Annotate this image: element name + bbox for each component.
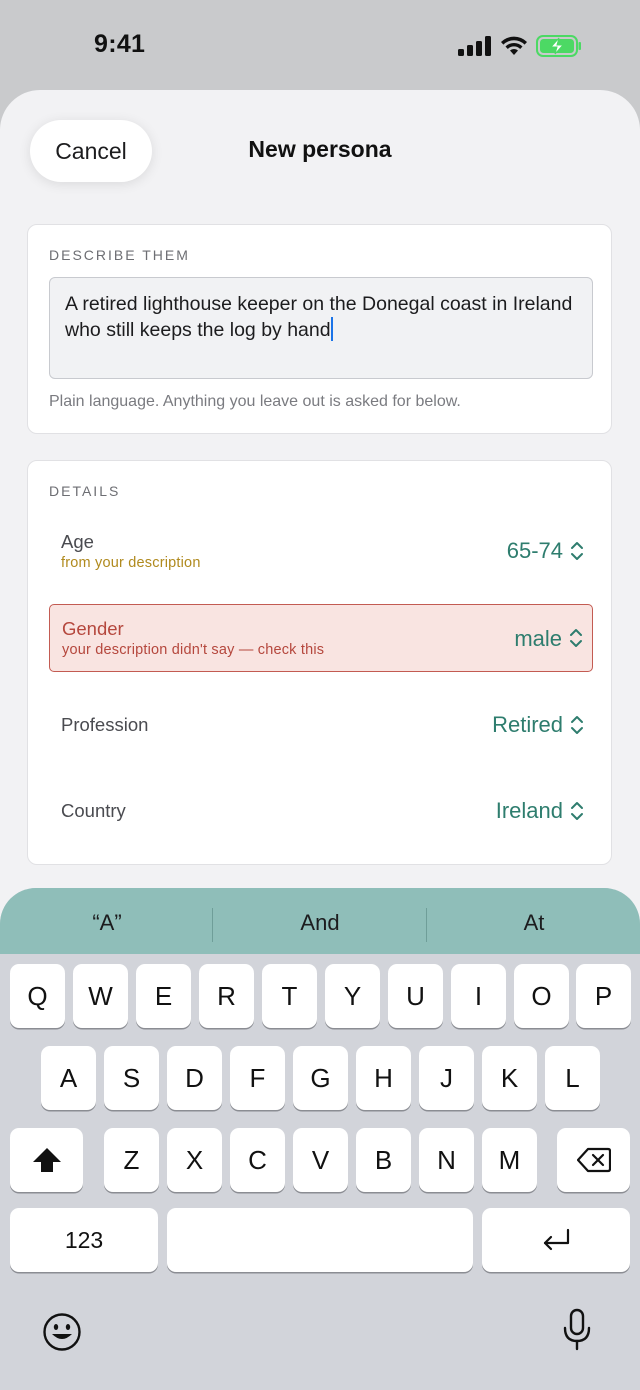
gender-warning-note: your description didn't say — check this xyxy=(62,642,325,658)
battery-charging-icon xyxy=(536,35,581,57)
emoji-icon[interactable] xyxy=(42,1312,82,1352)
key-r[interactable]: R xyxy=(199,964,254,1028)
backspace-icon xyxy=(576,1147,611,1173)
key-d[interactable]: D xyxy=(167,1046,222,1110)
suggestion-divider xyxy=(426,908,427,942)
key-v[interactable]: V xyxy=(293,1128,348,1192)
key-m[interactable]: M xyxy=(482,1128,537,1192)
country-label: Country xyxy=(61,800,126,821)
age-label: Age xyxy=(61,531,94,552)
return-icon xyxy=(543,1228,570,1251)
key-y[interactable]: Y xyxy=(325,964,380,1028)
detail-row-age[interactable]: Age from your description 65-74 xyxy=(49,517,593,585)
cellular-signal-icon xyxy=(458,36,491,56)
key-n[interactable]: N xyxy=(419,1128,474,1192)
status-icons xyxy=(458,35,582,57)
suggestion-divider xyxy=(212,908,213,942)
status-time: 9:41 xyxy=(94,30,146,58)
description-text: A retired lighthouse keeper on the Doneg… xyxy=(65,293,573,341)
gender-label: Gender xyxy=(62,618,124,639)
key-s[interactable]: S xyxy=(104,1046,159,1110)
predictive-text-bar: “A” And At xyxy=(0,888,640,954)
numbers-key[interactable]: 123 xyxy=(10,1208,158,1272)
key-o[interactable]: O xyxy=(514,964,569,1028)
shift-icon xyxy=(32,1148,61,1172)
key-t[interactable]: T xyxy=(262,964,317,1028)
shift-key[interactable] xyxy=(10,1128,83,1192)
description-hint: Plain language. Anything you leave out i… xyxy=(49,393,461,410)
key-g[interactable]: G xyxy=(293,1046,348,1110)
detail-row-gender[interactable]: Gender your description didn't say — che… xyxy=(49,604,593,672)
key-j[interactable]: J xyxy=(419,1046,474,1110)
keyboard: “A” And At Q W E R T Y U I O P A S D F G… xyxy=(0,888,640,1390)
suggestion-1[interactable]: “A” xyxy=(17,910,197,936)
key-x[interactable]: X xyxy=(167,1128,222,1192)
describe-card: DESCRIBE THEM A retired lighthouse keepe… xyxy=(27,224,612,434)
detail-row-country[interactable]: Country Ireland xyxy=(49,776,593,844)
age-value: 65-74 xyxy=(506,538,563,563)
microphone-icon[interactable] xyxy=(562,1308,592,1352)
key-w[interactable]: W xyxy=(73,964,128,1028)
details-card: DETAILS Age from your description 65-74 … xyxy=(27,460,612,865)
age-source-note: from your description xyxy=(61,555,201,571)
gender-value: male xyxy=(514,626,562,651)
detail-row-profession[interactable]: Profession Retired xyxy=(49,690,593,758)
key-k[interactable]: K xyxy=(482,1046,537,1110)
wifi-icon xyxy=(501,36,527,55)
key-u[interactable]: U xyxy=(388,964,443,1028)
key-e[interactable]: E xyxy=(136,964,191,1028)
describe-section-label: DESCRIBE THEM xyxy=(49,247,190,263)
chevron-up-down-icon xyxy=(571,542,583,560)
key-l[interactable]: L xyxy=(545,1046,600,1110)
key-h[interactable]: H xyxy=(356,1046,411,1110)
suggestion-3[interactable]: At xyxy=(444,910,624,936)
chevron-up-down-icon xyxy=(570,629,582,647)
description-textarea[interactable]: A retired lighthouse keeper on the Doneg… xyxy=(49,277,593,379)
return-key[interactable] xyxy=(482,1208,630,1272)
page-title: New persona xyxy=(248,136,392,162)
details-section-label: DETAILS xyxy=(49,483,121,499)
chevron-up-down-icon xyxy=(571,802,583,820)
key-f[interactable]: F xyxy=(230,1046,285,1110)
key-z[interactable]: Z xyxy=(104,1128,159,1192)
space-key[interactable] xyxy=(167,1208,473,1272)
key-i[interactable]: I xyxy=(451,964,506,1028)
key-b[interactable]: B xyxy=(356,1128,411,1192)
key-p[interactable]: P xyxy=(576,964,631,1028)
text-caret xyxy=(330,317,333,341)
suggestion-2[interactable]: And xyxy=(230,910,410,936)
status-bar: 9:41 xyxy=(0,0,640,92)
profession-value: Retired xyxy=(492,712,563,737)
country-value: Ireland xyxy=(495,798,563,823)
profession-label: Profession xyxy=(61,714,149,735)
chevron-up-down-icon xyxy=(571,716,583,734)
key-q[interactable]: Q xyxy=(10,964,65,1028)
key-c[interactable]: C xyxy=(230,1128,285,1192)
key-a[interactable]: A xyxy=(41,1046,96,1110)
backspace-key[interactable] xyxy=(557,1128,630,1192)
